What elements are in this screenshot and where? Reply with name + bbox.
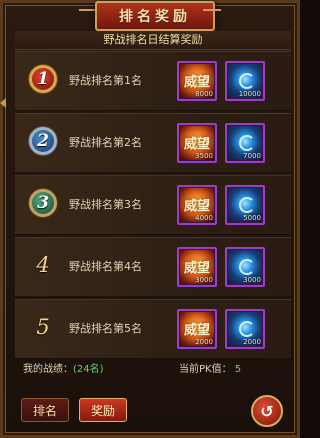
item-name: 威望 [183,199,210,214]
rank-list: 1 野战排名第1名 威望 8000 10000 2 野战排名第2名 威望 3500 … [15,51,291,361]
fame-item-icon[interactable]: 威望 3000 [177,247,217,287]
crystal-item-icon[interactable]: 5000 [225,185,265,225]
rank-row-4: 4 野战排名第4名 威望 3000 3000 [15,237,291,297]
rank-label: 野战排名第1名 [69,74,142,87]
rank-label: 野战排名第5名 [69,322,142,335]
rank-number-icon: 5 [29,313,57,341]
record-label: 我的战绩： [23,364,73,375]
rank-badge-icon: 1 [29,65,57,93]
rank-label: 野战排名第3名 [69,198,142,211]
panel-title: 排名奖励 [119,9,191,25]
title-ornament-right [203,9,221,21]
back-icon: ↺ [260,401,274,421]
rank-row-2: 2 野战排名第2名 威望 3500 7000 [15,113,291,173]
item-qty: 4000 [195,214,213,222]
rank-number: 1 [37,69,49,89]
rank-badge-icon: 2 [29,127,57,155]
pk-value: 当前PK值： 5 [179,360,241,375]
swirl-icon [239,197,255,213]
fame-item-icon[interactable]: 威望 8000 [177,61,217,101]
record-value: (24名) [73,364,104,375]
rank-row-3: 3 野战排名第3名 威望 4000 5000 [15,175,291,235]
item-qty: 2000 [243,338,261,346]
swirl-icon [239,321,255,337]
item-qty: 2000 [195,338,213,346]
item-qty: 3500 [195,152,213,160]
crystal-item-icon[interactable]: 3000 [225,247,265,287]
fame-item-icon[interactable]: 威望 2000 [177,309,217,349]
item-qty: 5000 [243,214,261,222]
rank-number: 5 [36,315,50,339]
item-qty: 3000 [195,276,213,284]
rank-row-5: 5 野战排名第5名 威望 2000 2000 [15,299,291,359]
item-qty: 10000 [238,90,261,98]
reward-tab-button[interactable]: 奖励 [79,398,127,422]
section-header: 野战排名日结算奖励 [15,31,291,50]
item-qty: 7000 [243,152,261,160]
item-name: 威望 [183,75,210,90]
swirl-icon [239,259,255,275]
item-name: 威望 [183,261,210,276]
fame-item-icon[interactable]: 威望 3500 [177,123,217,163]
swirl-icon [239,73,255,89]
crystal-item-icon[interactable]: 7000 [225,123,265,163]
rank-number: 4 [36,253,50,277]
item-qty: 3000 [243,276,261,284]
rank-label: 野战排名第2名 [69,136,142,149]
title-plaque: 排名奖励 [95,1,215,31]
pk-label: 当前PK值： [179,364,232,375]
rank-row-1: 1 野战排名第1名 威望 8000 10000 [15,51,291,111]
swirl-icon [239,135,255,151]
fame-item-icon[interactable]: 威望 4000 [177,185,217,225]
rank-tab-button[interactable]: 排名 [21,398,69,422]
item-name: 威望 [183,323,210,338]
back-button[interactable]: ↺ [251,395,283,427]
rank-badge-icon: 3 [29,189,57,217]
crystal-item-icon[interactable]: 10000 [225,61,265,101]
rank-number-icon: 4 [29,251,57,279]
rank-label: 野战排名第4名 [69,260,142,273]
item-qty: 8000 [195,90,213,98]
rank-number: 3 [37,193,49,213]
rank-number: 2 [37,131,49,151]
item-name: 威望 [183,137,210,152]
side-arrow-icon[interactable] [0,98,6,108]
crystal-item-icon[interactable]: 2000 [225,309,265,349]
my-record: 我的战绩：(24名) [23,360,104,375]
pk-number: 5 [234,364,242,375]
reward-panel: 排名奖励 野战排名日结算奖励 1 野战排名第1名 威望 8000 10000 2 … [0,0,300,438]
